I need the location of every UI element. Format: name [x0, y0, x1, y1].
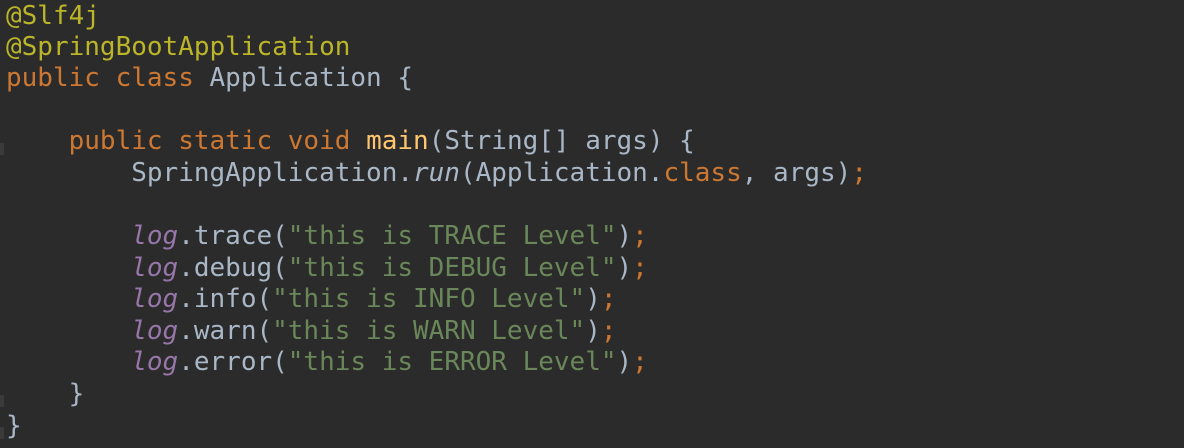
code-line-9: log.debug("this is DEBUG Level"); — [6, 253, 648, 284]
close-paren: ) — [585, 284, 601, 314]
semicolon: ; — [600, 316, 617, 346]
method-run: run — [413, 158, 460, 188]
log-field: log — [131, 284, 179, 314]
brace-open: { — [679, 126, 695, 156]
gutter-fold-marker[interactable] — [0, 427, 4, 439]
info-message: "this is INFO Level" — [272, 284, 586, 314]
info-call: .info( — [178, 284, 273, 314]
error-call: .error( — [178, 347, 288, 377]
code-line-12: log.error("this is ERROR Level"); — [6, 347, 648, 378]
code-line-14: } — [6, 411, 22, 442]
close-paren: ) — [616, 221, 633, 251]
run-args-start: (Application. — [459, 158, 664, 188]
error-message: "this is ERROR Level" — [287, 347, 617, 377]
keyword-void: void — [287, 126, 351, 156]
close-paren: ) — [616, 253, 633, 283]
gutter-fold-marker[interactable] — [0, 143, 4, 155]
semicolon: ; — [851, 158, 867, 188]
keyword-public: public — [6, 63, 100, 93]
brace-close: } — [68, 379, 85, 409]
close-paren: ) — [585, 316, 601, 346]
warn-call: .warn( — [178, 316, 273, 346]
run-args-end: , args) — [741, 158, 852, 188]
log-field: log — [131, 347, 179, 377]
log-field: log — [131, 253, 179, 283]
semicolon: ; — [632, 347, 648, 377]
spring-application-ref: SpringApplication. — [131, 158, 413, 188]
debug-call: .debug( — [178, 253, 288, 283]
code-line-3: public class Application { — [6, 63, 413, 94]
trace-message: "this is TRACE Level" — [287, 221, 617, 251]
close-paren: ) — [616, 347, 633, 377]
code-line-5: public static void main(String[] args) { — [6, 126, 695, 157]
keyword-class: class — [115, 63, 194, 93]
keyword-class-literal: class — [663, 158, 742, 188]
code-line-8: log.trace("this is TRACE Level"); — [6, 221, 648, 252]
log-field: log — [131, 221, 179, 251]
code-editor[interactable]: @Slf4j @SpringBootApplication public cla… — [0, 0, 1184, 448]
method-main: main — [366, 126, 429, 156]
main-params: (String[] args) — [428, 126, 664, 156]
code-line-1: @Slf4j — [6, 1, 100, 32]
trace-call: .trace( — [178, 221, 288, 251]
code-line-10: log.info("this is INFO Level"); — [6, 284, 617, 315]
keyword-public: public — [68, 126, 163, 156]
code-line-13: } — [6, 379, 85, 410]
code-line-6: SpringApplication.run(Application.class,… — [6, 158, 867, 189]
gutter-fold-marker[interactable] — [0, 395, 4, 407]
semicolon: ; — [632, 253, 648, 283]
warn-message: "this is WARN Level" — [272, 316, 586, 346]
semicolon: ; — [632, 221, 648, 251]
code-line-2: @SpringBootApplication — [6, 32, 350, 63]
brace-open: { — [397, 63, 414, 93]
semicolon: ; — [600, 284, 617, 314]
code-line-11: log.warn("this is WARN Level"); — [6, 316, 617, 347]
brace-close: } — [6, 411, 22, 441]
debug-message: "this is DEBUG Level" — [287, 253, 617, 283]
class-name: Application — [209, 63, 382, 93]
annotation-slf4j: @Slf4j — [6, 1, 100, 31]
log-field: log — [131, 316, 179, 346]
keyword-static: static — [178, 126, 273, 156]
annotation-springbootapplication: @SpringBootApplication — [6, 32, 351, 62]
